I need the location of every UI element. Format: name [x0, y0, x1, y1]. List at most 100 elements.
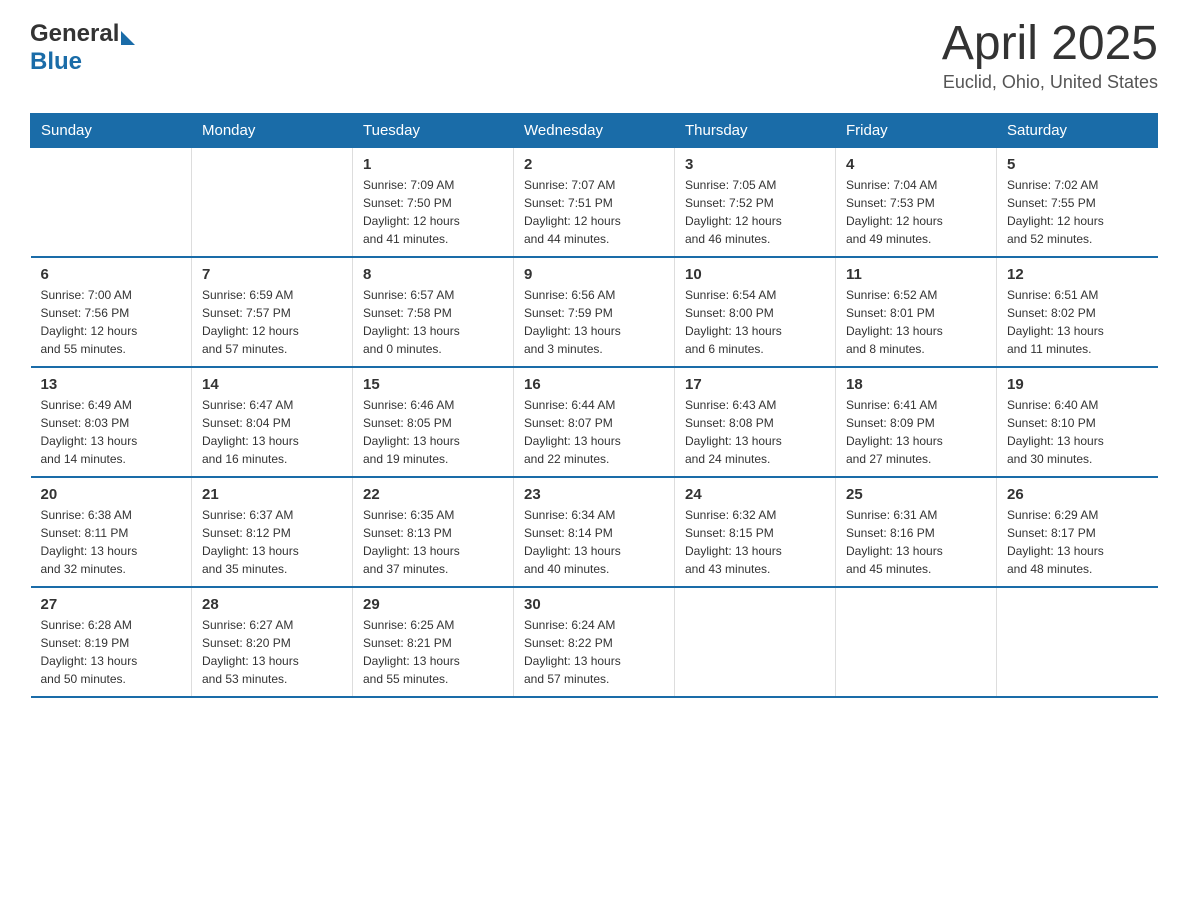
day-number: 1: [363, 156, 503, 173]
day-cell: 27 Sunrise: 6:28 AM Sunset: 8:19 PM Dayli…: [31, 587, 192, 697]
day-cell: 6 Sunrise: 7:00 AM Sunset: 7:56 PM Daylig…: [31, 257, 192, 367]
header-cell-tuesday: Tuesday: [353, 114, 514, 148]
day-info: Sunrise: 6:34 AM Sunset: 8:14 PM Dayligh…: [524, 506, 664, 578]
day-info: Sunrise: 7:07 AM Sunset: 7:51 PM Dayligh…: [524, 176, 664, 248]
day-cell: 21Sunrise: 6:37 AM Sunset: 8:12 PM Dayli…: [192, 477, 353, 587]
day-number: 14: [202, 376, 342, 393]
day-cell: 23 Sunrise: 6:34 AM Sunset: 8:14 PM Dayli…: [514, 477, 675, 587]
calendar-table: SundayMondayTuesdayWednesdayThursdayFrid…: [30, 113, 1158, 698]
day-cell: [836, 587, 997, 697]
day-number: 30: [524, 596, 664, 613]
day-number: 28: [202, 596, 342, 613]
day-info: Sunrise: 6:56 AM Sunset: 7:59 PM Dayligh…: [524, 286, 664, 358]
day-number: 4: [846, 156, 986, 173]
day-info: Sunrise: 6:28 AM Sunset: 8:19 PM Dayligh…: [41, 616, 182, 688]
day-info: Sunrise: 6:35 AM Sunset: 8:13 PM Dayligh…: [363, 506, 503, 578]
day-cell: 12 Sunrise: 6:51 AM Sunset: 8:02 PM Dayli…: [997, 257, 1158, 367]
day-info: Sunrise: 6:32 AM Sunset: 8:15 PM Dayligh…: [685, 506, 825, 578]
day-info: Sunrise: 6:47 AM Sunset: 8:04 PM Dayligh…: [202, 396, 342, 468]
day-cell: 26Sunrise: 6:29 AM Sunset: 8:17 PM Dayli…: [997, 477, 1158, 587]
day-info: Sunrise: 6:31 AM Sunset: 8:16 PM Dayligh…: [846, 506, 986, 578]
day-number: 12: [1007, 266, 1148, 283]
day-info: Sunrise: 6:44 AM Sunset: 8:07 PM Dayligh…: [524, 396, 664, 468]
day-info: Sunrise: 6:54 AM Sunset: 8:00 PM Dayligh…: [685, 286, 825, 358]
day-cell: 3 Sunrise: 7:05 AM Sunset: 7:52 PM Daylig…: [675, 148, 836, 258]
header-cell-saturday: Saturday: [997, 114, 1158, 148]
day-info: Sunrise: 6:38 AM Sunset: 8:11 PM Dayligh…: [41, 506, 182, 578]
day-cell: 15 Sunrise: 6:46 AM Sunset: 8:05 PM Dayli…: [353, 367, 514, 477]
day-cell: 25Sunrise: 6:31 AM Sunset: 8:16 PM Dayli…: [836, 477, 997, 587]
day-info: Sunrise: 6:40 AM Sunset: 8:10 PM Dayligh…: [1007, 396, 1148, 468]
day-number: 11: [846, 266, 986, 283]
day-cell: [31, 148, 192, 258]
day-number: 7: [202, 266, 342, 283]
day-cell: 8 Sunrise: 6:57 AM Sunset: 7:58 PM Daylig…: [353, 257, 514, 367]
day-info: Sunrise: 7:00 AM Sunset: 7:56 PM Dayligh…: [41, 286, 182, 358]
day-number: 3: [685, 156, 825, 173]
logo: General Blue: [30, 20, 135, 76]
day-info: Sunrise: 7:04 AM Sunset: 7:53 PM Dayligh…: [846, 176, 986, 248]
week-row-4: 20 Sunrise: 6:38 AM Sunset: 8:11 PM Dayli…: [31, 477, 1158, 587]
title-block: April 2025 Euclid, Ohio, United States: [942, 20, 1158, 93]
header-row: SundayMondayTuesdayWednesdayThursdayFrid…: [31, 114, 1158, 148]
day-info: Sunrise: 6:29 AM Sunset: 8:17 PM Dayligh…: [1007, 506, 1148, 578]
day-info: Sunrise: 6:51 AM Sunset: 8:02 PM Dayligh…: [1007, 286, 1148, 358]
day-cell: 28 Sunrise: 6:27 AM Sunset: 8:20 PM Dayli…: [192, 587, 353, 697]
day-cell: 5Sunrise: 7:02 AM Sunset: 7:55 PM Daylig…: [997, 148, 1158, 258]
day-number: 21: [202, 486, 342, 503]
day-cell: 30 Sunrise: 6:24 AM Sunset: 8:22 PM Dayli…: [514, 587, 675, 697]
day-number: 22: [363, 486, 503, 503]
header-cell-thursday: Thursday: [675, 114, 836, 148]
day-cell: 2 Sunrise: 7:07 AM Sunset: 7:51 PM Daylig…: [514, 148, 675, 258]
day-cell: 9Sunrise: 6:56 AM Sunset: 7:59 PM Daylig…: [514, 257, 675, 367]
day-info: Sunrise: 6:24 AM Sunset: 8:22 PM Dayligh…: [524, 616, 664, 688]
day-cell: 14 Sunrise: 6:47 AM Sunset: 8:04 PM Dayli…: [192, 367, 353, 477]
logo-general-text: General: [30, 20, 119, 48]
day-cell: 11 Sunrise: 6:52 AM Sunset: 8:01 PM Dayli…: [836, 257, 997, 367]
day-cell: [997, 587, 1158, 697]
month-title: April 2025: [942, 20, 1158, 68]
calendar-header: SundayMondayTuesdayWednesdayThursdayFrid…: [31, 114, 1158, 148]
day-info: Sunrise: 6:41 AM Sunset: 8:09 PM Dayligh…: [846, 396, 986, 468]
logo-arrow-icon: [121, 31, 135, 45]
day-cell: 18 Sunrise: 6:41 AM Sunset: 8:09 PM Dayli…: [836, 367, 997, 477]
day-number: 6: [41, 266, 182, 283]
day-cell: 4 Sunrise: 7:04 AM Sunset: 7:53 PM Daylig…: [836, 148, 997, 258]
day-number: 23: [524, 486, 664, 503]
day-info: Sunrise: 7:09 AM Sunset: 7:50 PM Dayligh…: [363, 176, 503, 248]
day-info: Sunrise: 6:25 AM Sunset: 8:21 PM Dayligh…: [363, 616, 503, 688]
page-header: General Blue April 2025 Euclid, Ohio, Un…: [30, 20, 1158, 93]
day-info: Sunrise: 7:05 AM Sunset: 7:52 PM Dayligh…: [685, 176, 825, 248]
day-number: 15: [363, 376, 503, 393]
day-cell: 10 Sunrise: 6:54 AM Sunset: 8:00 PM Dayli…: [675, 257, 836, 367]
day-number: 18: [846, 376, 986, 393]
logo-blue-text: Blue: [30, 48, 82, 75]
day-number: 2: [524, 156, 664, 173]
day-cell: 17 Sunrise: 6:43 AM Sunset: 8:08 PM Dayli…: [675, 367, 836, 477]
day-info: Sunrise: 6:27 AM Sunset: 8:20 PM Dayligh…: [202, 616, 342, 688]
day-info: Sunrise: 6:43 AM Sunset: 8:08 PM Dayligh…: [685, 396, 825, 468]
day-number: 17: [685, 376, 825, 393]
day-number: 5: [1007, 156, 1148, 173]
day-number: 19: [1007, 376, 1148, 393]
day-number: 10: [685, 266, 825, 283]
day-cell: [192, 148, 353, 258]
day-info: Sunrise: 6:52 AM Sunset: 8:01 PM Dayligh…: [846, 286, 986, 358]
day-info: Sunrise: 6:57 AM Sunset: 7:58 PM Dayligh…: [363, 286, 503, 358]
day-number: 8: [363, 266, 503, 283]
day-cell: 19 Sunrise: 6:40 AM Sunset: 8:10 PM Dayli…: [997, 367, 1158, 477]
day-cell: [675, 587, 836, 697]
location-text: Euclid, Ohio, United States: [942, 72, 1158, 93]
week-row-1: 1 Sunrise: 7:09 AM Sunset: 7:50 PM Daylig…: [31, 148, 1158, 258]
day-number: 20: [41, 486, 182, 503]
header-cell-sunday: Sunday: [31, 114, 192, 148]
week-row-3: 13Sunrise: 6:49 AM Sunset: 8:03 PM Dayli…: [31, 367, 1158, 477]
day-cell: 22 Sunrise: 6:35 AM Sunset: 8:13 PM Dayli…: [353, 477, 514, 587]
day-cell: 24Sunrise: 6:32 AM Sunset: 8:15 PM Dayli…: [675, 477, 836, 587]
day-cell: 13Sunrise: 6:49 AM Sunset: 8:03 PM Dayli…: [31, 367, 192, 477]
day-cell: 29Sunrise: 6:25 AM Sunset: 8:21 PM Dayli…: [353, 587, 514, 697]
day-info: Sunrise: 6:46 AM Sunset: 8:05 PM Dayligh…: [363, 396, 503, 468]
day-number: 27: [41, 596, 182, 613]
day-cell: 16Sunrise: 6:44 AM Sunset: 8:07 PM Dayli…: [514, 367, 675, 477]
day-cell: 7Sunrise: 6:59 AM Sunset: 7:57 PM Daylig…: [192, 257, 353, 367]
